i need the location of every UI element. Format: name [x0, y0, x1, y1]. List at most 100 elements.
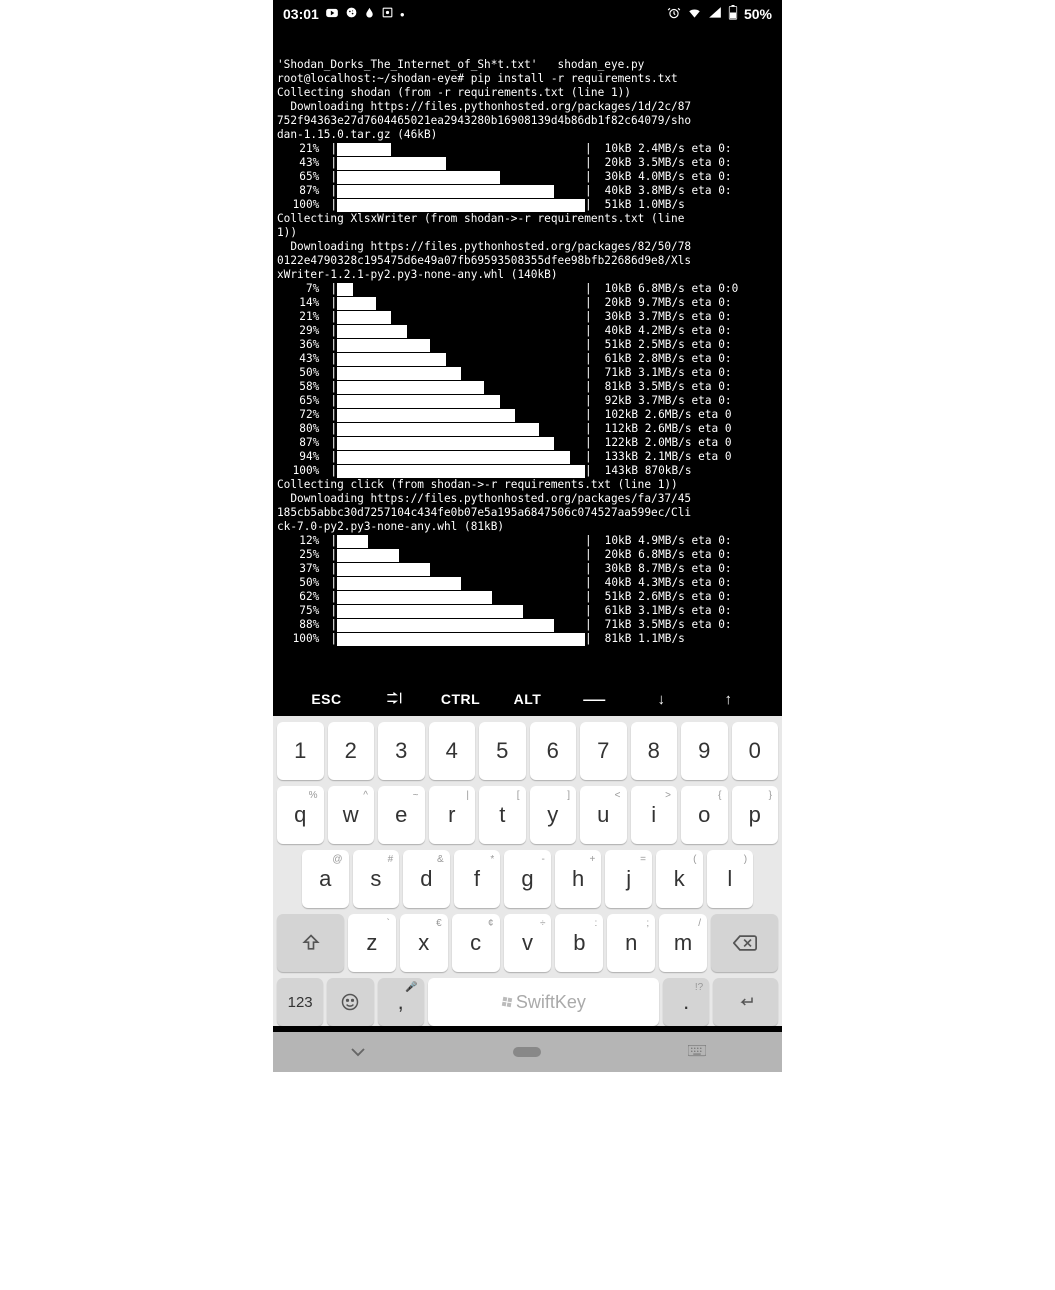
progress-row: 75% || 61kB 3.1MB/s eta 0: [277, 604, 778, 618]
phone-frame: 03:01 ● [273, 0, 782, 1072]
progress-row: 37% || 30kB 8.7MB/s eta 0: [277, 562, 778, 576]
key-d[interactable]: &d [403, 850, 450, 908]
key-a[interactable]: @a [302, 850, 349, 908]
alt-key[interactable]: ALT [494, 691, 561, 707]
key-8[interactable]: 8 [631, 722, 678, 780]
progress-row: 100% || 143kB 870kB/s [277, 464, 778, 478]
key-c[interactable]: ¢c [452, 914, 500, 972]
dash-key[interactable]: — [561, 686, 628, 712]
dot-icon: ● [400, 10, 405, 19]
soft-keyboard: 1234567890 %q^w~e|r[t]y<u>i{o}p @a#s&d*f… [273, 716, 782, 1026]
key-2[interactable]: 2 [328, 722, 375, 780]
key-7[interactable]: 7 [580, 722, 627, 780]
nav-ime[interactable] [677, 1038, 717, 1066]
progress-row: 88% || 71kB 3.5MB/s eta 0: [277, 618, 778, 632]
progress-row: 80% || 112kB 2.6MB/s eta 0 [277, 422, 778, 436]
key-n[interactable]: ;n [607, 914, 655, 972]
tab-key[interactable] [360, 691, 427, 707]
key-t[interactable]: [t [479, 786, 526, 844]
key-k[interactable]: (k [656, 850, 703, 908]
key-0[interactable]: 0 [732, 722, 779, 780]
progress-row: 100% || 51kB 1.0MB/s [277, 198, 778, 212]
key-1[interactable]: 1 [277, 722, 324, 780]
shift-key[interactable] [277, 914, 344, 972]
progress-row: 43% || 20kB 3.5MB/s eta 0: [277, 156, 778, 170]
key-u[interactable]: <u [580, 786, 627, 844]
alarm-icon [667, 6, 681, 23]
progress-row: 65% || 92kB 3.7MB/s eta 0: [277, 394, 778, 408]
progress-row: 72% || 102kB 2.6MB/s eta 0 [277, 408, 778, 422]
esc-key[interactable]: ESC [293, 691, 360, 707]
key-o[interactable]: {o [681, 786, 728, 844]
progress-row: 100% || 81kB 1.1MB/s [277, 632, 778, 646]
termux-extra-keys: ESC CTRL ALT — ↓ ↑ [273, 682, 782, 716]
emoji-key[interactable] [327, 978, 373, 1026]
up-key[interactable]: ↑ [695, 691, 762, 708]
progress-row: 58% || 81kB 3.5MB/s eta 0: [277, 380, 778, 394]
numeric-toggle-key[interactable]: 123 [277, 978, 323, 1026]
key-i[interactable]: >i [631, 786, 678, 844]
key-l[interactable]: )l [707, 850, 754, 908]
progress-row: 14% || 20kB 9.7MB/s eta 0: [277, 296, 778, 310]
status-right: 50% [667, 5, 772, 23]
key-q[interactable]: %q [277, 786, 324, 844]
kb-row-numbers: 1234567890 [277, 722, 778, 780]
key-4[interactable]: 4 [429, 722, 476, 780]
wifi-icon [687, 6, 702, 23]
backspace-key[interactable] [711, 914, 778, 972]
status-left: 03:01 ● [283, 6, 405, 23]
key-3[interactable]: 3 [378, 722, 425, 780]
progress-row: 21% || 10kB 2.4MB/s eta 0: [277, 142, 778, 156]
key-s[interactable]: #s [353, 850, 400, 908]
screen-rec-icon [381, 6, 394, 22]
comma-key[interactable]: 🎤 , [378, 978, 424, 1026]
youtube-icon [325, 6, 339, 23]
key-e[interactable]: ~e [378, 786, 425, 844]
battery-icon [728, 5, 738, 23]
kb-row-asdf: @a#s&d*f-g+h=j(k)l [277, 850, 778, 908]
kb-row-zxcv: `z€x¢c÷v:b;n/m [277, 914, 778, 972]
key-x[interactable]: €x [400, 914, 448, 972]
ctrl-key[interactable]: CTRL [427, 691, 494, 707]
down-key[interactable]: ↓ [628, 691, 695, 708]
progress-row: 21% || 30kB 3.7MB/s eta 0: [277, 310, 778, 324]
key-m[interactable]: /m [659, 914, 707, 972]
progress-row: 65% || 30kB 4.0MB/s eta 0: [277, 170, 778, 184]
progress-row: 29% || 40kB 4.2MB/s eta 0: [277, 324, 778, 338]
progress-row: 36% || 51kB 2.5MB/s eta 0: [277, 338, 778, 352]
key-h[interactable]: +h [555, 850, 602, 908]
key-j[interactable]: =j [605, 850, 652, 908]
progress-row: 87% || 122kB 2.0MB/s eta 0 [277, 436, 778, 450]
android-navbar [273, 1032, 782, 1072]
drop-icon [364, 6, 375, 22]
terminal-output[interactable]: 'Shodan_Dorks_The_Internet_of_Sh*t.txt' … [273, 28, 782, 682]
space-key[interactable]: SwiftKey [428, 978, 659, 1026]
nav-back[interactable] [338, 1038, 378, 1066]
key-y[interactable]: ]y [530, 786, 577, 844]
enter-key[interactable] [713, 978, 778, 1026]
key-p[interactable]: }p [732, 786, 779, 844]
key-v[interactable]: ÷v [504, 914, 552, 972]
kb-row-qwerty: %q^w~e|r[t]y<u>i{o}p [277, 786, 778, 844]
key-g[interactable]: -g [504, 850, 551, 908]
cookie-icon [345, 6, 358, 22]
key-f[interactable]: *f [454, 850, 501, 908]
progress-row: 50% || 71kB 3.1MB/s eta 0: [277, 366, 778, 380]
progress-row: 87% || 40kB 3.8MB/s eta 0: [277, 184, 778, 198]
key-z[interactable]: `z [348, 914, 396, 972]
nav-home[interactable] [507, 1038, 547, 1066]
key-w[interactable]: ^w [328, 786, 375, 844]
progress-row: 50% || 40kB 4.3MB/s eta 0: [277, 576, 778, 590]
period-key[interactable]: !? . [663, 978, 709, 1026]
key-r[interactable]: |r [429, 786, 476, 844]
key-6[interactable]: 6 [530, 722, 577, 780]
battery-pct: 50% [744, 6, 772, 22]
kb-row-bottom: 123 🎤 , SwiftKey !? . [277, 978, 778, 1026]
key-9[interactable]: 9 [681, 722, 728, 780]
key-5[interactable]: 5 [479, 722, 526, 780]
progress-row: 25% || 20kB 6.8MB/s eta 0: [277, 548, 778, 562]
progress-row: 62% || 51kB 2.6MB/s eta 0: [277, 590, 778, 604]
key-b[interactable]: :b [555, 914, 603, 972]
progress-row: 12% || 10kB 4.9MB/s eta 0: [277, 534, 778, 548]
status-bar: 03:01 ● [273, 0, 782, 28]
